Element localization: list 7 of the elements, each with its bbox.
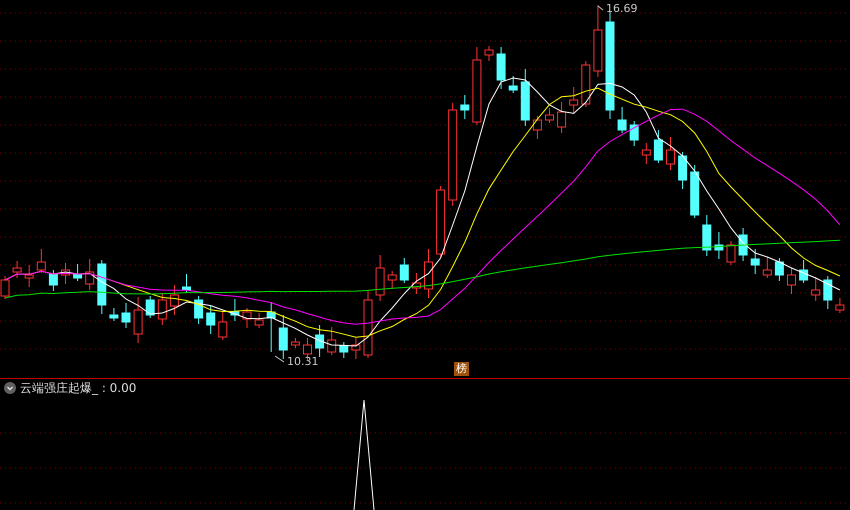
- high-price-label: 16.69: [606, 2, 638, 15]
- leader-line: [274, 356, 284, 362]
- rank-badge: 榜: [454, 362, 469, 376]
- collapse-icon[interactable]: [4, 382, 16, 394]
- leader-line: [598, 6, 604, 10]
- low-price-label: 10.31: [287, 355, 318, 368]
- indicator-title: 云端强庄起爆_ : 0.00: [20, 380, 136, 396]
